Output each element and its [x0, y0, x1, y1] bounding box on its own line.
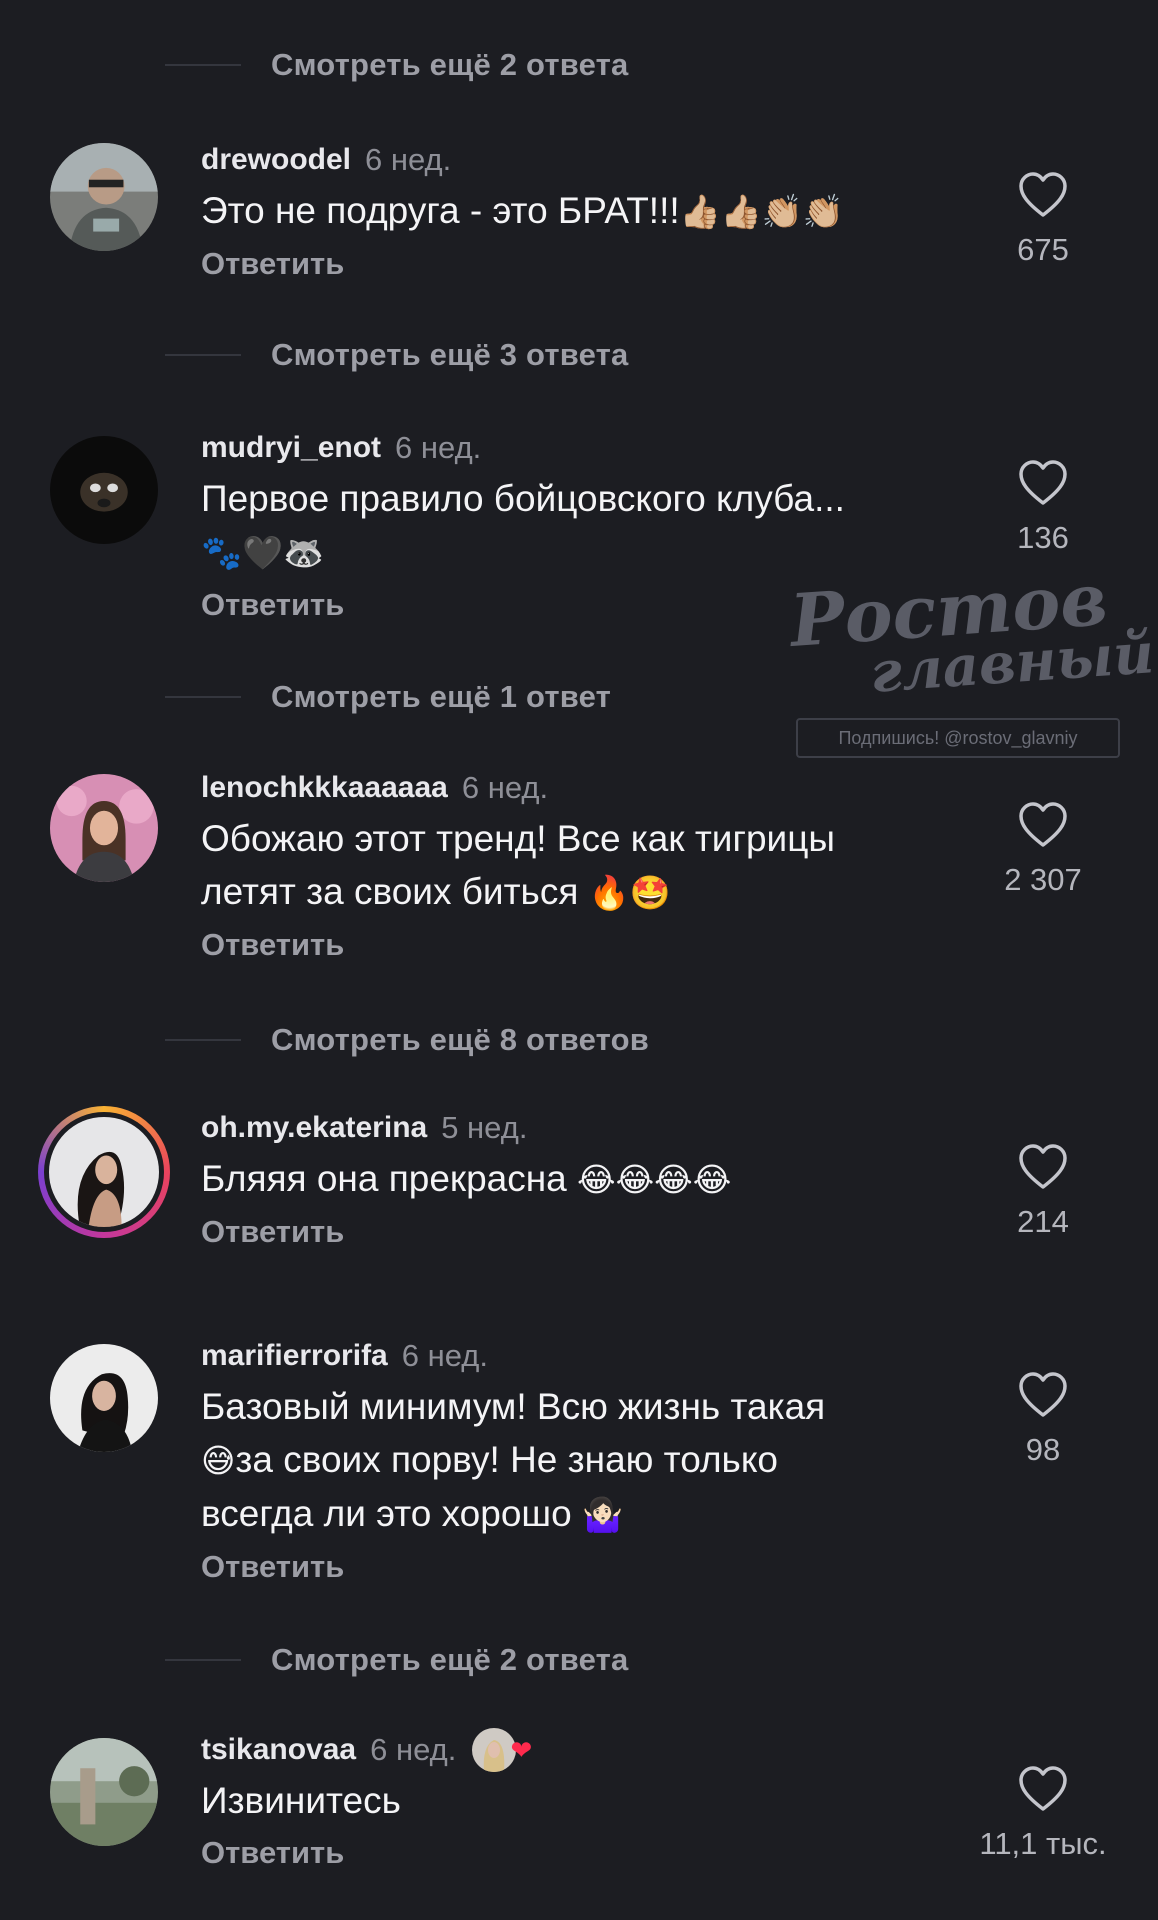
- comment-time: 6 нед.: [401, 1338, 488, 1373]
- comment-text: Это не подруга - это БРАТ!!!👍🏼👍🏼👏🏼👏🏼: [201, 190, 844, 231]
- avatar[interactable]: [50, 1344, 158, 1452]
- comment-emoji: 🐾🖤🦝: [201, 533, 325, 572]
- creator-liked-badge: ❤: [472, 1728, 532, 1772]
- heart-outline-icon: [1019, 802, 1067, 847]
- divider: [165, 696, 241, 698]
- like-button[interactable]: 98: [928, 1372, 1158, 1468]
- avatar[interactable]: [50, 143, 158, 251]
- comment-username[interactable]: drewoodel: [201, 143, 351, 177]
- comment-emoji: 😅: [201, 1441, 236, 1480]
- heart-outline-icon: [1019, 172, 1067, 217]
- heart-outline-icon: [1019, 1144, 1067, 1189]
- divider: [165, 1659, 241, 1661]
- comment-text: Извинитесь: [201, 1780, 401, 1821]
- comment-time: 6 нед.: [461, 770, 549, 805]
- comments-screen: Смотреть ещё 2 ответа drewoodel 6 нед. Э…: [0, 0, 1158, 1920]
- comment-body: lenochkkkaaaaaa 6 нед. Обожаю этот тренд…: [201, 768, 958, 963]
- view-more-replies[interactable]: Смотреть ещё 2 ответа: [165, 1635, 628, 1685]
- reply-button[interactable]: Ответить: [201, 1214, 958, 1250]
- comment-emoji: 🔥🤩: [588, 873, 671, 912]
- view-more-replies[interactable]: Смотреть ещё 2 ответа: [165, 40, 628, 90]
- comment-text: Бляяя она прекрасна 😂😂😂😂: [201, 1158, 732, 1199]
- heart-outline-icon: [1019, 460, 1067, 505]
- avatar[interactable]: [50, 1738, 158, 1846]
- comment-body: marifierrorifa 6 нед. Базовый минимум! В…: [201, 1336, 958, 1585]
- comment-time: 6 нед.: [370, 1732, 457, 1767]
- comment-time: 6 нед.: [395, 430, 482, 465]
- heart-outline-icon: [1019, 1372, 1067, 1417]
- like-count: 2 307: [1004, 862, 1082, 897]
- view-more-replies-label[interactable]: Смотреть ещё 2 ответа: [271, 1642, 628, 1678]
- view-more-replies[interactable]: Смотреть ещё 1 ответ: [165, 672, 611, 722]
- heart-outline-icon: [1019, 1766, 1067, 1811]
- comment-username[interactable]: oh.my.ekaterina: [201, 1111, 427, 1145]
- reply-button[interactable]: Ответить: [201, 1549, 958, 1585]
- divider: [165, 354, 241, 356]
- divider: [165, 64, 241, 66]
- view-more-replies-label[interactable]: Смотреть ещё 3 ответа: [271, 337, 628, 373]
- view-more-replies-label[interactable]: Смотреть ещё 1 ответ: [271, 679, 611, 715]
- comment-text: Первое правило бойцовского клуба... 🐾🖤🦝: [201, 478, 845, 572]
- comment-text: Обожаю этот тренд! Все как тигрицы летят …: [201, 818, 835, 912]
- comment-emoji: 🤷🏻‍♀️: [581, 1495, 624, 1534]
- reply-button[interactable]: Ответить: [201, 246, 958, 282]
- comment-username[interactable]: tsikanovaa: [201, 1733, 356, 1767]
- comment-body: tsikanovaa 6 нед. ❤ Извинитесь Ответить: [201, 1728, 958, 1871]
- comment-body: drewoodel 6 нед. Это не подруга - это БР…: [201, 140, 958, 282]
- like-button[interactable]: 2 307: [928, 802, 1158, 898]
- reply-button[interactable]: Ответить: [201, 1835, 958, 1871]
- avatar[interactable]: [50, 436, 158, 544]
- comment-body: oh.my.ekaterina 5 нед. Бляяя она прекрас…: [201, 1108, 958, 1250]
- comment-emoji: 👍🏼👍🏼👏🏼👏🏼: [679, 192, 844, 231]
- like-count: 214: [1017, 1204, 1069, 1239]
- reply-button[interactable]: Ответить: [201, 927, 958, 963]
- view-more-replies[interactable]: Смотреть ещё 3 ответа: [165, 330, 628, 380]
- watermark-tag: Подпишись! @rostov_glavniy: [796, 718, 1120, 758]
- comment-time: 5 нед.: [441, 1110, 528, 1145]
- comment-text: Базовый минимум! Всю жизнь такая 😅за свои…: [201, 1386, 826, 1534]
- comment-username[interactable]: mudryi_enot: [201, 431, 381, 465]
- like-button[interactable]: 136: [928, 460, 1158, 556]
- comment-username[interactable]: marifierrorifa: [201, 1339, 388, 1373]
- view-more-replies-label[interactable]: Смотреть ещё 2 ответа: [271, 47, 628, 83]
- like-count: 675: [1017, 232, 1069, 267]
- divider: [165, 1039, 241, 1041]
- like-count: 136: [1017, 520, 1069, 555]
- watermark: Ростов главный Подпишись! @rostov_glavni…: [787, 556, 1156, 760]
- like-button[interactable]: 675: [928, 172, 1158, 268]
- avatar[interactable]: [38, 1106, 170, 1238]
- comment-emoji: 😂😂😂😂: [577, 1160, 732, 1199]
- heart-icon: ❤: [510, 1735, 533, 1765]
- like-button[interactable]: 11,1 тыс.: [928, 1766, 1158, 1862]
- like-count: 98: [1025, 1432, 1061, 1467]
- view-more-replies-label[interactable]: Смотреть ещё 8 ответов: [271, 1022, 649, 1058]
- avatar[interactable]: [50, 774, 158, 882]
- comment-time: 6 нед.: [365, 142, 452, 177]
- like-button[interactable]: 214: [928, 1144, 1158, 1240]
- view-more-replies[interactable]: Смотреть ещё 8 ответов: [165, 1015, 649, 1065]
- comment-username[interactable]: lenochkkkaaaaaa: [201, 771, 448, 805]
- like-count: 11,1 тыс.: [979, 1826, 1107, 1861]
